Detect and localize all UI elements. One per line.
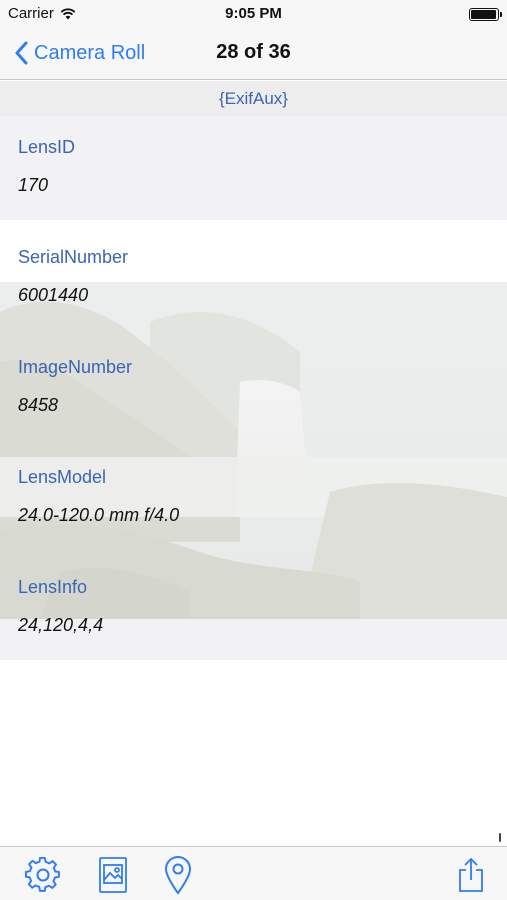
share-button[interactable] — [451, 855, 491, 895]
metadata-row[interactable]: LensInfo 24,120,4,4 — [0, 556, 507, 660]
metadata-value: 24.0-120.0 mm f/4.0 — [18, 505, 180, 525]
back-button[interactable]: Camera Roll — [14, 38, 145, 68]
metadata-row[interactable]: SerialNumber 6001440 — [0, 226, 507, 336]
metadata-value: 24,120,4,4 — [18, 615, 104, 635]
metadata-key: LensModel — [18, 467, 107, 487]
status-bar: Carrier 9:05 PM — [0, 0, 507, 28]
metadata-key: LensID — [18, 137, 76, 157]
metadata-row[interactable]: LensID 170 — [0, 116, 507, 226]
section-header: {ExifAux} — [0, 81, 507, 116]
metadata-key: ImageNumber — [18, 357, 133, 377]
chevron-left-icon — [15, 41, 28, 65]
battery-icon — [469, 8, 502, 21]
scroll-indicator[interactable] — [499, 833, 501, 842]
metadata-list: LensID 170 SerialNumber 6001440 ImageNumber 8… — [0, 116, 507, 660]
location-pin-icon — [164, 856, 192, 895]
navigation-bar: Camera Roll 28 of 36 — [0, 28, 507, 80]
metadata-value: 170 — [18, 175, 49, 195]
metadata-rows: LensID 170 SerialNumber 6001440 ImageNumber 8… — [0, 116, 507, 660]
metadata-value: 6001440 — [18, 285, 89, 305]
status-time: 9:05 PM — [225, 5, 282, 22]
back-button-label: Camera Roll — [34, 41, 146, 64]
battery-level — [471, 10, 496, 19]
photo-icon — [99, 857, 127, 893]
bottom-toolbar — [0, 846, 507, 900]
metadata-row[interactable]: ImageNumber 8458 — [0, 336, 507, 446]
metadata-key: SerialNumber — [18, 247, 129, 267]
share-icon — [459, 857, 483, 892]
location-button[interactable] — [158, 855, 198, 895]
metadata-key: LensInfo — [18, 577, 88, 597]
settings-gear-icon — [24, 856, 60, 892]
metadata-value: 8458 — [18, 395, 59, 415]
settings-button[interactable] — [23, 855, 63, 895]
metadata-row[interactable]: LensModel 24.0-120.0 mm f/4.0 — [0, 446, 507, 556]
photo-button[interactable] — [93, 855, 133, 895]
